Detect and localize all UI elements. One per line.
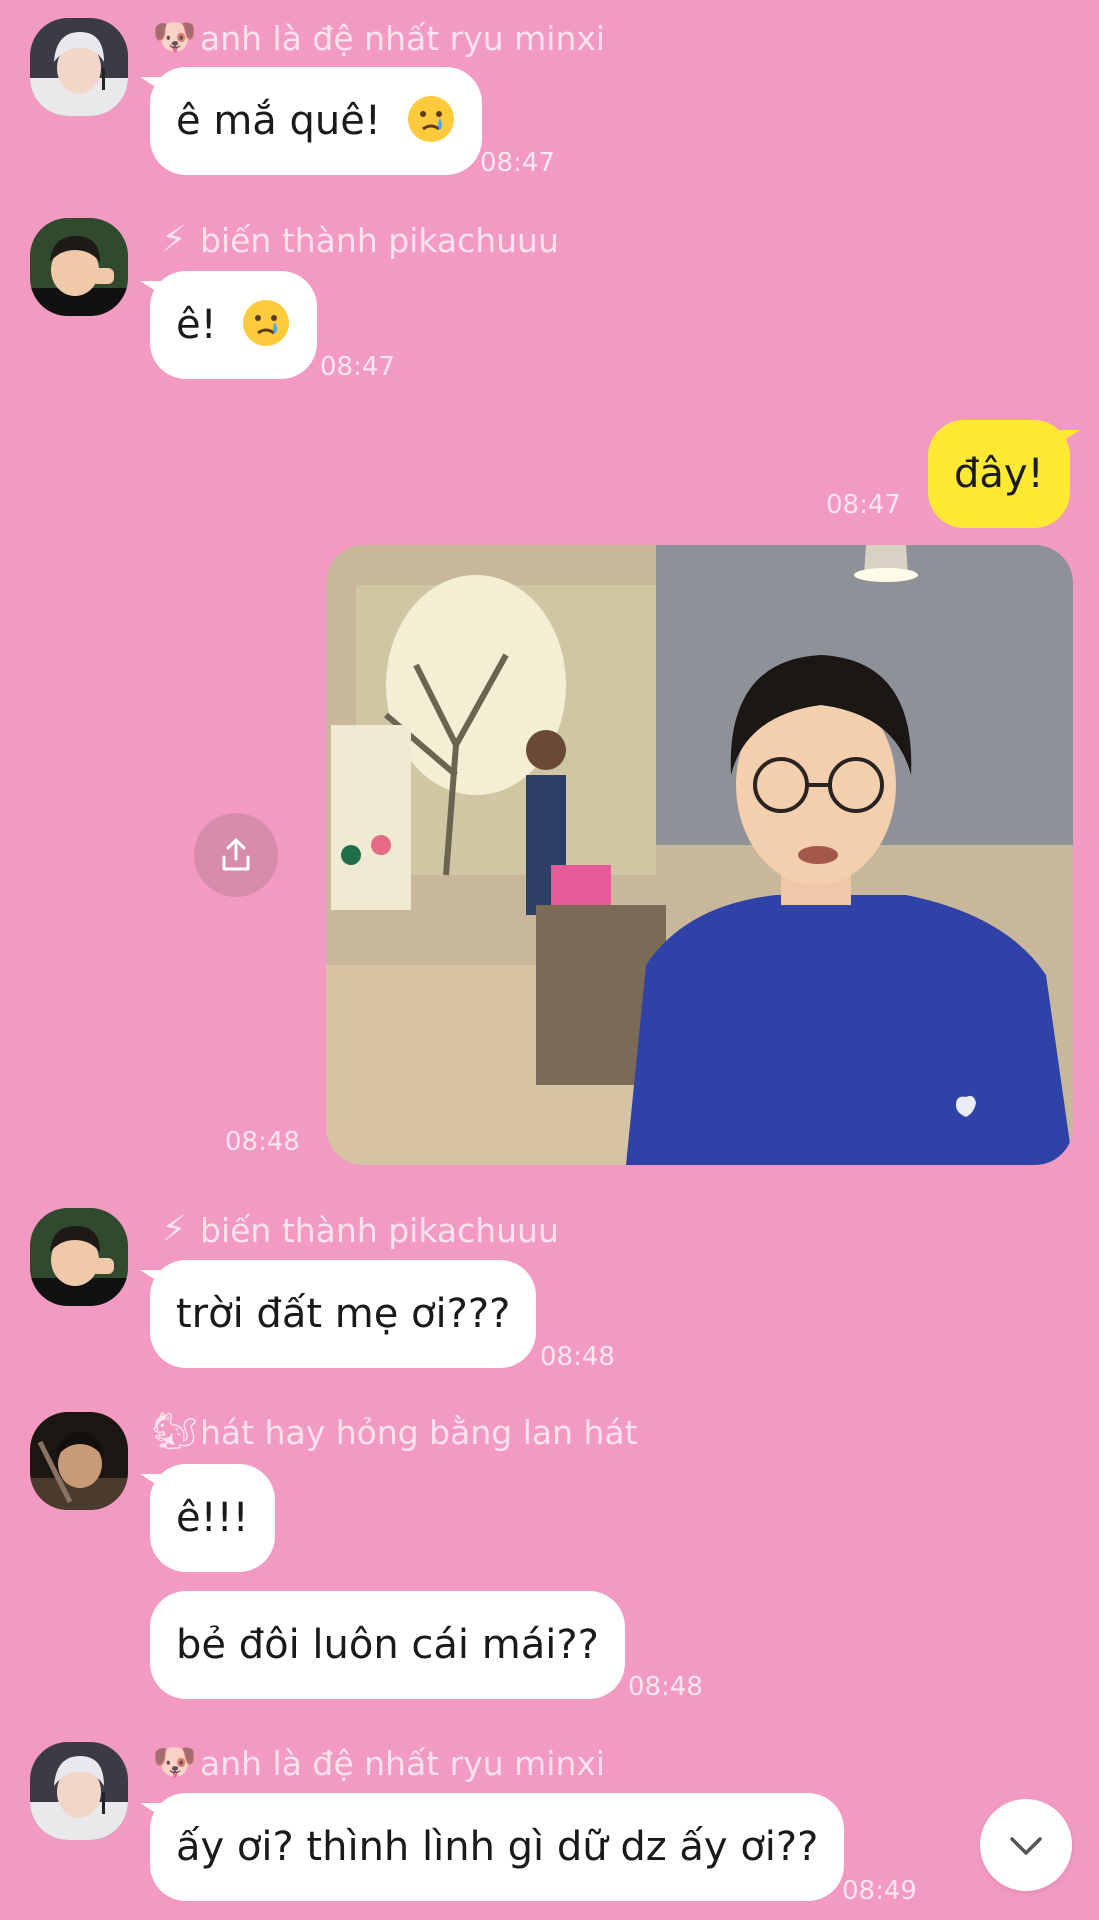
chipmunk-icon: 🐿: [152, 1411, 198, 1452]
my-message-bubble[interactable]: đây!: [928, 420, 1080, 528]
message-bubble[interactable]: ấy ơi? thình lình gì dữ dz ấy ơi??: [139, 1793, 845, 1901]
avatar-pikachuuu[interactable]: [30, 1208, 128, 1306]
lightning-icon: ⚡: [161, 219, 187, 260]
scroll-to-bottom-button[interactable]: [980, 1799, 1072, 1891]
share-upload-icon: [222, 838, 250, 871]
avatar-pikachuuu[interactable]: [30, 218, 128, 316]
message-time: 08:48: [628, 1672, 703, 1702]
sender-name: ⚡ biến thành pikachuuu: [152, 1210, 559, 1250]
dog-face-icon: 🐶: [152, 17, 197, 58]
dog-face-icon: 🐶: [152, 1742, 197, 1783]
message-text: đây!: [954, 451, 1044, 497]
photo-message[interactable]: [326, 545, 1073, 1165]
avatar-ryu-minxi[interactable]: [30, 1742, 128, 1840]
message-time: 08:47: [320, 352, 395, 382]
message-time: 08:47: [480, 148, 555, 178]
message-text: ấy ơi? thình lình gì dữ dz ấy ơi??: [176, 1824, 819, 1870]
message-bubble[interactable]: trời đất mẹ ơi???: [139, 1260, 537, 1368]
message-time: 08:49: [842, 1876, 917, 1906]
message-text: ê!!!: [176, 1495, 249, 1541]
message-bubble[interactable]: ê!!!: [140, 1464, 275, 1572]
sender-name: 🐿 hát hay hỏng bằng lan hát: [152, 1412, 638, 1452]
sender-name: 🐶 anh là đệ nhất ryu minxi: [152, 18, 605, 58]
message-time: 08:48: [225, 1127, 300, 1157]
sender-name-text: anh là đệ nhất ryu minxi: [200, 1743, 606, 1783]
message-time: 08:47: [826, 490, 901, 520]
avatar-lan-hat[interactable]: [30, 1412, 128, 1510]
face-holding-back-tears-icon: [407, 96, 454, 142]
message-text: ê mắ quê!: [176, 98, 381, 144]
message-text: ê!: [176, 302, 217, 348]
sender-name-text: hát hay hỏng bằng lan hát: [200, 1412, 638, 1452]
sender-name-text: anh là đệ nhất ryu minxi: [200, 18, 606, 58]
sender-name: 🐶 anh là đệ nhất ryu minxi: [152, 1743, 605, 1783]
message-text: trời đất mẹ ơi???: [176, 1291, 511, 1337]
message-text: bẻ đôi luôn cái mái??: [176, 1622, 599, 1668]
chat-view[interactable]: 🐶 anh là đệ nhất ryu minxi ê mắ quê! 08:…: [0, 0, 1099, 1920]
sender-name: ⚡ biến thành pikachuuu: [152, 220, 559, 260]
lightning-icon: ⚡: [161, 1209, 187, 1250]
face-holding-back-tears-icon: [243, 300, 290, 346]
avatar-ryu-minxi[interactable]: [30, 18, 128, 116]
sender-name-text: biến thành pikachuuu: [200, 1210, 559, 1250]
message-bubble[interactable]: ê mắ quê!: [140, 67, 482, 175]
message-bubble[interactable]: bẻ đôi luôn cái mái??: [150, 1591, 625, 1699]
sender-name-text: biến thành pikachuuu: [200, 220, 559, 260]
message-bubble[interactable]: ê!: [139, 271, 318, 379]
chevron-down-icon: [1010, 1837, 1042, 1855]
share-button[interactable]: [194, 813, 278, 897]
message-time: 08:48: [540, 1342, 615, 1372]
